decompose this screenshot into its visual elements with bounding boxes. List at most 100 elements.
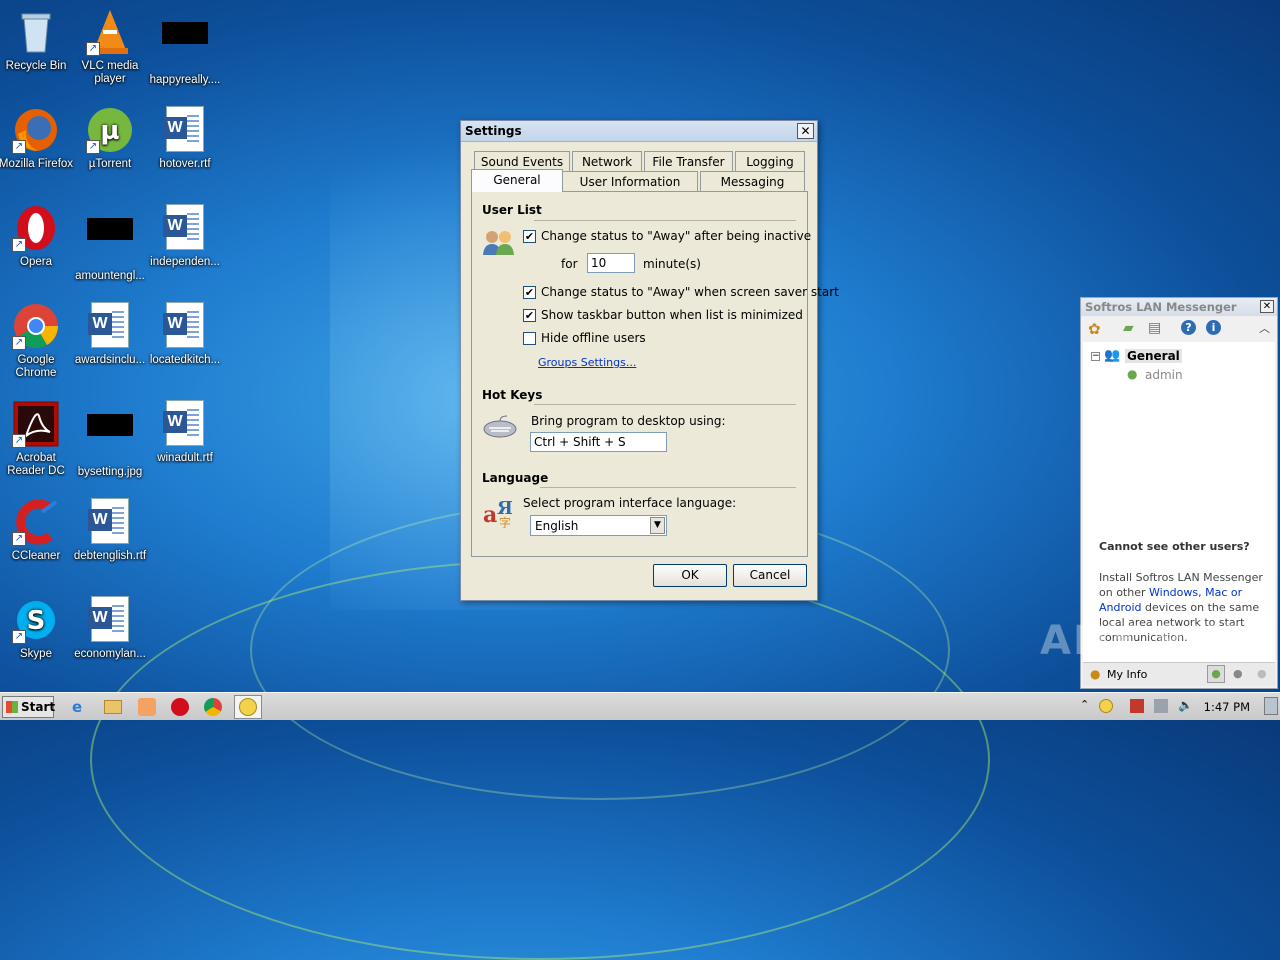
- desktop-icon-ccleaner[interactable]: ↗ CCleaner: [0, 498, 74, 563]
- lan-messenger-taskbar-icon[interactable]: [239, 698, 257, 716]
- start-button[interactable]: Start: [2, 696, 55, 718]
- taskbar: Start e ⌃ 🔈 1:47 PM: [0, 692, 1280, 720]
- internet-explorer-icon[interactable]: e: [72, 698, 90, 716]
- desktop-icon-bysetting[interactable]: bysetting.jpg: [72, 400, 148, 479]
- desktop-icon-label: locatedkitch...: [149, 354, 221, 366]
- watermark: ANY RUN: [1040, 618, 1259, 664]
- desktop-icon-acrobat[interactable]: ↗ Acrobat Reader DC: [0, 400, 74, 478]
- status-online-icon[interactable]: ●: [1207, 665, 1225, 683]
- desktop-icon-winadult[interactable]: W winadult.rtf: [147, 400, 223, 465]
- shortcut-arrow-icon: ↗: [12, 630, 26, 644]
- shortcut-arrow-icon: ↗: [86, 42, 100, 56]
- file-explorer-icon[interactable]: [104, 700, 122, 714]
- tab-logging[interactable]: Logging: [735, 151, 805, 172]
- skype-icon: S ↗: [12, 596, 60, 644]
- settings-close-button[interactable]: ✕: [797, 123, 814, 139]
- away-screensaver-checkbox[interactable]: ✔: [523, 286, 536, 299]
- desktop-icon-awardsinclu[interactable]: W awardsinclu...: [72, 302, 148, 367]
- tray-network-icon[interactable]: [1154, 699, 1168, 713]
- show-desktop-button[interactable]: [1264, 697, 1278, 715]
- media-player-icon[interactable]: [138, 698, 156, 716]
- tab-user-information[interactable]: User Information: [562, 171, 698, 192]
- messenger-titlebar[interactable]: Softros LAN Messenger ✕: [1081, 298, 1277, 316]
- acrobat-icon: ↗: [12, 400, 60, 448]
- users-icon: [482, 229, 516, 260]
- away-inactive-label: Change status to "Away" after being inac…: [541, 229, 812, 243]
- tray-volume-icon[interactable]: 🔈: [1178, 698, 1193, 712]
- taskbar-button-checkbox[interactable]: ✔: [523, 309, 536, 322]
- history-icon[interactable]: ▤: [1148, 320, 1161, 336]
- chrome-taskbar-icon[interactable]: [204, 698, 222, 716]
- desktop-icon-label: Mozilla Firefox: [0, 158, 74, 170]
- tab-file-transfer[interactable]: File Transfer: [644, 151, 733, 172]
- desktop-icon-firefox[interactable]: ↗ Mozilla Firefox: [0, 106, 74, 171]
- folder-icon[interactable]: ▰: [1123, 320, 1134, 336]
- clock[interactable]: 1:47 PM: [1204, 700, 1250, 714]
- language-select[interactable]: English ▼: [530, 515, 667, 536]
- my-info-button[interactable]: My Info: [1107, 668, 1147, 681]
- desktop-icon-label: independen...: [150, 256, 220, 268]
- hide-offline-checkbox[interactable]: [523, 332, 536, 345]
- desktop-icon-utorrent[interactable]: µ ↗ µTorrent: [72, 106, 148, 171]
- user-icon: ●: [1127, 367, 1138, 381]
- groups-settings-link[interactable]: Groups Settings...: [538, 356, 636, 369]
- user-admin[interactable]: admin: [1145, 368, 1183, 382]
- taskbar-button-label: Show taskbar button when list is minimiz…: [541, 308, 803, 322]
- desktop-icon-label: amountengl...: [75, 270, 145, 282]
- desktop-icon-amountengl[interactable]: amountengl...: [72, 204, 148, 283]
- desktop-icon-label: Acrobat Reader DC: [7, 452, 65, 477]
- word-document-icon: W: [161, 204, 209, 252]
- hide-offline-label: Hide offline users: [541, 331, 646, 345]
- messenger-close-button[interactable]: ✕: [1260, 300, 1274, 313]
- group-general[interactable]: General: [1125, 349, 1182, 363]
- chevron-up-icon[interactable]: ︿: [1259, 320, 1270, 336]
- desktop-icon-chrome[interactable]: ↗ Google Chrome: [0, 302, 74, 380]
- desktop-icon-locatedkitch[interactable]: W locatedkitch...: [147, 302, 223, 367]
- desktop-icon-label: debtenglish.rtf: [73, 550, 147, 562]
- vlc-icon: ↗: [86, 8, 134, 56]
- desktop-icon-debtenglish[interactable]: W debtenglish.rtf: [72, 498, 148, 563]
- collapse-icon[interactable]: −: [1091, 352, 1100, 361]
- status-away-icon[interactable]: ●: [1233, 667, 1243, 680]
- show-hidden-icons-chevron[interactable]: ⌃: [1080, 698, 1089, 711]
- settings-gear-icon[interactable]: ✿: [1088, 320, 1101, 338]
- desktop-icon-economylan[interactable]: W economylan...: [72, 596, 148, 661]
- desktop-icon-label: Skype: [20, 648, 52, 660]
- desktop-icon-recycle-bin[interactable]: Recycle Bin: [0, 8, 74, 73]
- group-icon: 👥: [1104, 348, 1121, 363]
- chevron-down-icon[interactable]: ▼: [650, 517, 665, 534]
- desktop-icon-skype[interactable]: S ↗ Skype: [0, 596, 74, 661]
- desktop-icon-independen[interactable]: W independen...: [147, 204, 223, 269]
- section-divider: [534, 220, 796, 221]
- tab-general[interactable]: General: [471, 169, 563, 192]
- desktop-icon-vlc[interactable]: ↗ VLC media player: [72, 8, 148, 86]
- shortcut-arrow-icon: ↗: [86, 140, 100, 154]
- settings-title: Settings: [465, 124, 522, 138]
- desktop-icon-label: happyreally....: [149, 74, 221, 86]
- desktop-icon-label: hotover.rtf: [159, 158, 211, 170]
- opera-taskbar-icon[interactable]: [171, 698, 189, 716]
- shortcut-arrow-icon: ↗: [12, 434, 26, 448]
- desktop-icon-label: Google Chrome: [15, 354, 57, 379]
- messenger-footer: ● My Info ● ● ●: [1083, 662, 1275, 686]
- ok-button[interactable]: OK: [653, 564, 727, 587]
- tab-messaging[interactable]: Messaging: [700, 171, 805, 192]
- word-document-icon: W: [86, 498, 134, 546]
- status-offline-icon[interactable]: ●: [1257, 667, 1267, 680]
- tab-network[interactable]: Network: [572, 151, 642, 172]
- cancel-button[interactable]: Cancel: [733, 564, 807, 587]
- hot-key-input[interactable]: Ctrl + Shift + S: [530, 432, 667, 452]
- away-inactive-checkbox[interactable]: ✔: [523, 230, 536, 243]
- tray-flag-icon[interactable]: [1130, 699, 1144, 713]
- tray-messenger-icon[interactable]: [1099, 699, 1113, 713]
- desktop-icon-hotover[interactable]: W hotover.rtf: [147, 106, 223, 171]
- firefox-icon: ↗: [12, 106, 60, 154]
- minutes-input[interactable]: 10: [587, 253, 635, 273]
- desktop-icon-label: Recycle Bin: [5, 60, 67, 72]
- info-icon[interactable]: i: [1206, 320, 1221, 335]
- desktop-icon-opera[interactable]: ↗ Opera: [0, 204, 74, 269]
- desktop-icon-happyreally[interactable]: happyreally....: [147, 8, 223, 87]
- settings-titlebar[interactable]: Settings ✕: [461, 121, 817, 142]
- help-icon[interactable]: ?: [1181, 320, 1196, 335]
- my-info-icon: ●: [1090, 667, 1101, 681]
